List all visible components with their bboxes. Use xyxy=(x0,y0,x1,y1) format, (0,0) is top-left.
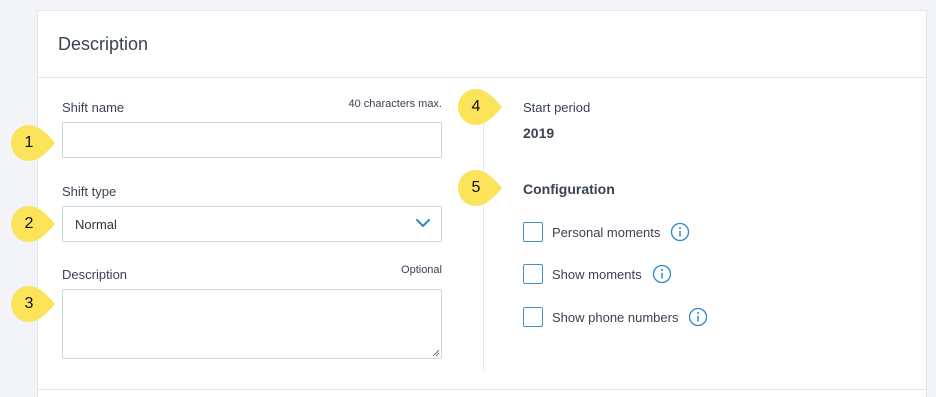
info-icon[interactable] xyxy=(652,264,672,284)
configuration-title: Configuration xyxy=(523,181,615,197)
show-moments-checkbox[interactable] xyxy=(523,264,543,284)
option-show-moments[interactable]: Show moments xyxy=(523,264,672,284)
option-show-phone-numbers[interactable]: Show phone numbers xyxy=(523,307,708,327)
card-title: Description xyxy=(58,33,149,54)
show-phone-numbers-checkbox[interactable] xyxy=(523,307,543,327)
shift-name-hint: 40 characters max. xyxy=(348,98,442,110)
callout-number: 5 xyxy=(471,179,481,196)
callout-number: 1 xyxy=(24,134,34,151)
callout-5: 5 xyxy=(458,170,502,206)
card-header: Description xyxy=(38,11,926,78)
option-personal-moments[interactable]: Personal moments xyxy=(523,222,690,242)
description-label: Description xyxy=(62,267,128,282)
personal-moments-checkbox[interactable] xyxy=(523,222,543,242)
shift-type-selected: Normal xyxy=(75,216,117,232)
callout-number: 3 xyxy=(24,295,34,312)
column-divider xyxy=(483,121,484,371)
card-bottom-divider xyxy=(38,389,926,390)
shift-type-select[interactable]: Normal xyxy=(62,206,442,242)
callout-4: 4 xyxy=(458,89,502,125)
info-icon[interactable] xyxy=(670,222,690,242)
shift-type-label: Shift type xyxy=(62,184,117,199)
description-field-wrap xyxy=(62,289,442,359)
start-period-label: Start period xyxy=(523,100,591,115)
shift-name-label: Shift name xyxy=(62,100,125,115)
show-moments-label: Show moments xyxy=(552,266,642,282)
show-phone-numbers-label: Show phone numbers xyxy=(552,309,679,325)
callout-2: 2 xyxy=(11,206,55,242)
description-hint: Optional xyxy=(401,264,442,276)
callout-number: 4 xyxy=(471,98,481,115)
description-textarea[interactable] xyxy=(62,289,442,359)
personal-moments-label: Personal moments xyxy=(552,224,661,240)
callout-1: 1 xyxy=(11,125,55,161)
start-period-value: 2019 xyxy=(523,125,555,141)
callout-number: 2 xyxy=(24,215,34,232)
resize-grip-icon[interactable] xyxy=(432,349,440,357)
shift-name-input[interactable] xyxy=(62,122,442,158)
callout-3: 3 xyxy=(11,286,55,322)
info-icon[interactable] xyxy=(688,307,708,327)
chevron-down-icon xyxy=(416,219,430,227)
